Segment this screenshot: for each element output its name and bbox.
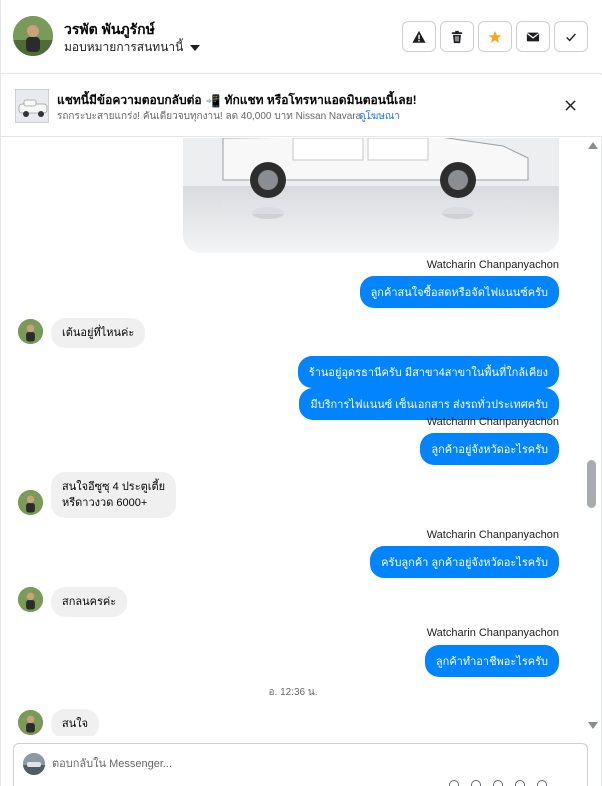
assign-label: มอบหมายการสนทนานี้ [64,40,184,54]
close-icon [564,99,576,111]
chat-scrollbar[interactable] [585,138,599,736]
reply-input[interactable] [52,754,532,774]
message-timestamp: อ. 12:36 น. [268,687,318,698]
ad-context-banner: แชทนี้มีข้อความตอบกลับต่อ 📲 ทักแชท หรือโ… [1,75,602,137]
message-thread: Watcharin Chanpanyachon ลูกค้าสนใจซื้อสด… [1,138,585,736]
incoming-message[interactable]: เต้นอยู่ที่ไหนค่ะ [51,318,146,348]
contact-avatar-small[interactable] [18,710,43,735]
car-photo [183,138,559,253]
composer-tools [449,780,547,786]
contact-avatar-small[interactable] [18,319,43,344]
trash-icon [451,30,463,43]
star-icon [488,30,502,43]
incoming-message[interactable]: สกลนครค่ะ [51,587,128,617]
outgoing-message[interactable]: ร้านอยู่อุดรธานีครับ มีสาขา4สาขาในพื้นที… [297,356,559,388]
mark-unread-button[interactable] [516,21,550,52]
car-photo-attachment[interactable] [183,138,559,253]
report-button[interactable] [402,21,436,52]
scrollbar-thumb[interactable] [587,460,596,508]
page-avatar [23,753,45,775]
chat-window: วรพัต พันภูรักษ์ มอบหมายการสนทนานี้ แชทน… [0,0,602,786]
sender-name: Watcharin Chanpanyachon [426,259,559,271]
delete-button[interactable] [440,21,474,52]
message-line: สนใจอีซูซุ 4 ประตูเตี้ย [62,481,166,493]
conversation-header: วรพัต พันภูรักษ์ มอบหมายการสนทนานี้ [1,0,602,74]
contact-avatar[interactable] [13,16,53,56]
sender-name: Watcharin Chanpanyachon [426,529,559,541]
ad-thumbnail[interactable] [15,89,49,123]
ad-subtitle: รถกระบะสายแกร่ง! คันเดียวจบทุกงาน! ลด 40… [57,111,373,122]
contact-avatar-small[interactable] [18,490,43,515]
header-actions [402,21,588,52]
incoming-message[interactable]: สนใจ [51,709,100,736]
scroll-down-arrow-icon[interactable] [588,722,598,729]
outgoing-message[interactable]: ลูกค้าทำอาชีพอะไรครับ [424,645,559,677]
view-ad-link[interactable]: ดูโฆษณา [359,109,400,124]
sender-name: Watcharin Chanpanyachon [426,416,559,428]
contact-avatar-small[interactable] [18,587,43,612]
phone-emoji-icon: 📲 [205,93,221,108]
mail-icon [526,32,540,41]
caret-down-icon [190,44,201,51]
assign-conversation-dropdown[interactable]: มอบหมายการสนทนานี้ [64,38,201,57]
check-icon [566,32,576,42]
outgoing-message[interactable]: ครับลูกค้า ลูกค้าอยู่จังหวัดอะไรครับ [370,546,559,578]
ad-title: แชทนี้มีข้อความตอบกลับต่อ 📲 ทักแชท หรือโ… [57,91,417,110]
scroll-up-arrow-icon[interactable] [588,142,598,149]
star-button[interactable] [478,21,512,52]
mark-done-button[interactable] [554,21,588,52]
attachment-icon[interactable] [449,780,459,786]
close-banner-button[interactable] [560,95,580,115]
gif-icon[interactable] [515,780,525,786]
sender-name: Watcharin Chanpanyachon [426,627,559,639]
like-icon[interactable] [537,780,547,786]
ad-title-text: แชทนี้มีข้อความตอบกลับต่อ [57,93,202,107]
sticker-icon[interactable] [493,780,503,786]
outgoing-message[interactable]: ลูกค้าอยู่จังหวัดอะไรครับ [420,433,559,465]
emoji-icon[interactable] [471,780,481,786]
outgoing-message[interactable]: ลูกค้าสนใจซื้อสดหรือจัดไฟแนนซ์ครับ [359,276,559,308]
ad-title-rest: ทักแชท หรือโทรหาแอดมินตอนนี้เลย! [224,93,417,107]
incoming-message[interactable]: สนใจอีซูซุ 4 ประตูเตี้ย หรีดาวงวด 6000+ [51,472,177,518]
message-line: หรีดาวงวด 6000+ [62,497,148,509]
warning-icon [412,30,426,43]
